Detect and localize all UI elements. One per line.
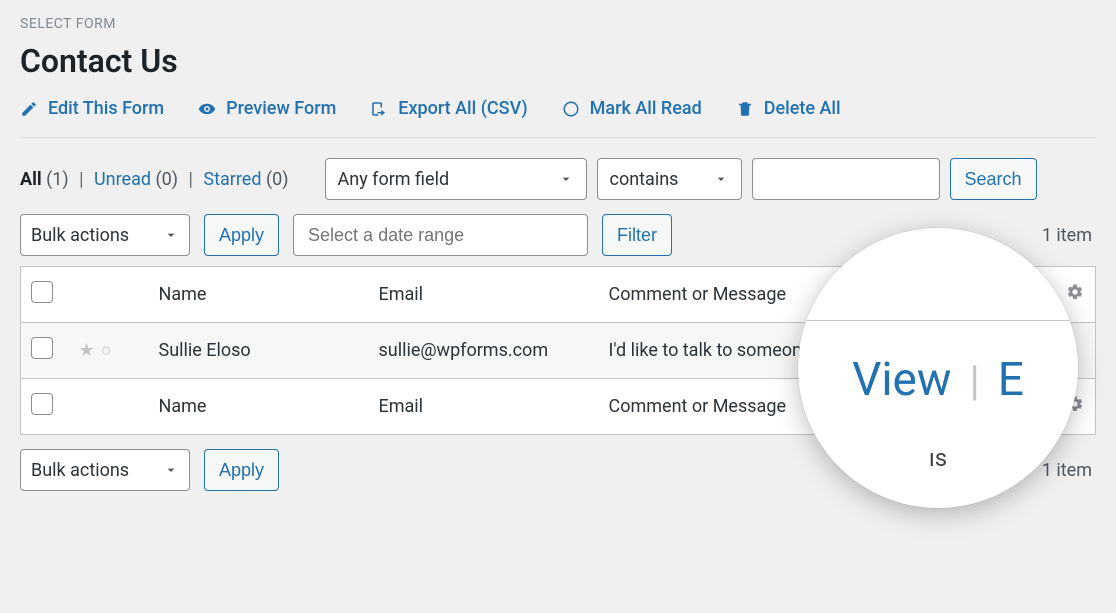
filter-starred-count: (0) (266, 169, 289, 190)
column-footer-name: Name (149, 379, 369, 435)
apply-button-bottom[interactable]: Apply (204, 449, 279, 491)
read-indicator-icon[interactable]: ○ (101, 340, 112, 361)
bulk-actions-value: Bulk actions (31, 225, 129, 246)
divider (20, 137, 1096, 138)
edit-form-link[interactable]: Edit This Form (20, 98, 164, 119)
select-all-checkbox-bottom[interactable] (31, 393, 53, 415)
search-input[interactable] (752, 158, 940, 200)
magnifier-divider (798, 320, 1078, 321)
chevron-down-icon (163, 227, 179, 243)
filter-starred-link[interactable]: Starred (203, 169, 261, 190)
select-all-checkbox-top[interactable] (31, 281, 53, 303)
preview-form-link[interactable]: Preview Form (198, 98, 336, 119)
mark-all-read-link[interactable]: Mark All Read (562, 98, 702, 119)
filter-all-link[interactable]: All (20, 169, 42, 190)
edit-form-label: Edit This Form (48, 98, 164, 119)
separator: | (189, 169, 193, 190)
bulk-actions-value: Bulk actions (31, 460, 129, 481)
export-csv-link[interactable]: Export All (CSV) (370, 98, 527, 119)
pencil-icon (20, 100, 38, 118)
chevron-down-icon (713, 171, 729, 187)
operator-select[interactable]: contains (597, 158, 742, 200)
magnifier-overlay: View | E ıs (798, 228, 1078, 508)
form-field-select-value: Any form field (338, 169, 450, 190)
view-filter-links: All (1) | Unread (0) | Starred (0) (20, 169, 289, 190)
row-checkbox[interactable] (31, 337, 53, 359)
magnifier-view-link[interactable]: View (852, 353, 951, 407)
filter-all-count: (1) (46, 169, 69, 190)
column-header-name[interactable]: Name (149, 267, 369, 323)
magnifier-edit-partial[interactable]: E (998, 353, 1024, 407)
chevron-down-icon (558, 171, 574, 187)
operator-select-value: contains (610, 169, 679, 190)
export-csv-label: Export All (CSV) (398, 98, 527, 119)
filters-row-top: All (1) | Unread (0) | Starred (0) Any f… (20, 158, 1096, 200)
separator: | (79, 169, 83, 190)
date-range-input[interactable] (293, 214, 588, 256)
column-footer-email: Email (369, 379, 599, 435)
preview-form-label: Preview Form (226, 98, 336, 119)
export-icon (370, 100, 388, 118)
mark-all-read-label: Mark All Read (590, 98, 702, 119)
filter-button[interactable]: Filter (602, 214, 672, 256)
magnifier-tail-text: ıs (929, 444, 947, 472)
chevron-down-icon (163, 462, 179, 478)
circle-icon (562, 100, 580, 118)
filter-unread-count: (0) (156, 169, 179, 190)
select-form-label: SELECT FORM (20, 16, 1096, 32)
filter-unread-link[interactable]: Unread (94, 169, 151, 190)
star-icon[interactable]: ★ (79, 340, 95, 361)
page-title: Contact Us (20, 42, 1096, 80)
column-header-email[interactable]: Email (369, 267, 599, 323)
bulk-actions-select[interactable]: Bulk actions (20, 214, 190, 256)
search-button[interactable]: Search (950, 158, 1037, 200)
separator: | (970, 357, 980, 406)
cell-email: sullie@wpforms.com (369, 323, 599, 379)
bulk-actions-select-bottom[interactable]: Bulk actions (20, 449, 190, 491)
delete-all-label: Delete All (764, 98, 841, 119)
apply-button[interactable]: Apply (204, 214, 279, 256)
form-field-select[interactable]: Any form field (325, 158, 587, 200)
row-status-icons: ★ ○ (79, 340, 112, 361)
action-links: Edit This Form Preview Form Export All (… (20, 98, 1096, 119)
eye-icon (198, 100, 216, 118)
cell-name: Sullie Eloso (149, 323, 369, 379)
delete-all-link[interactable]: Delete All (736, 98, 841, 119)
trash-icon (736, 100, 754, 118)
